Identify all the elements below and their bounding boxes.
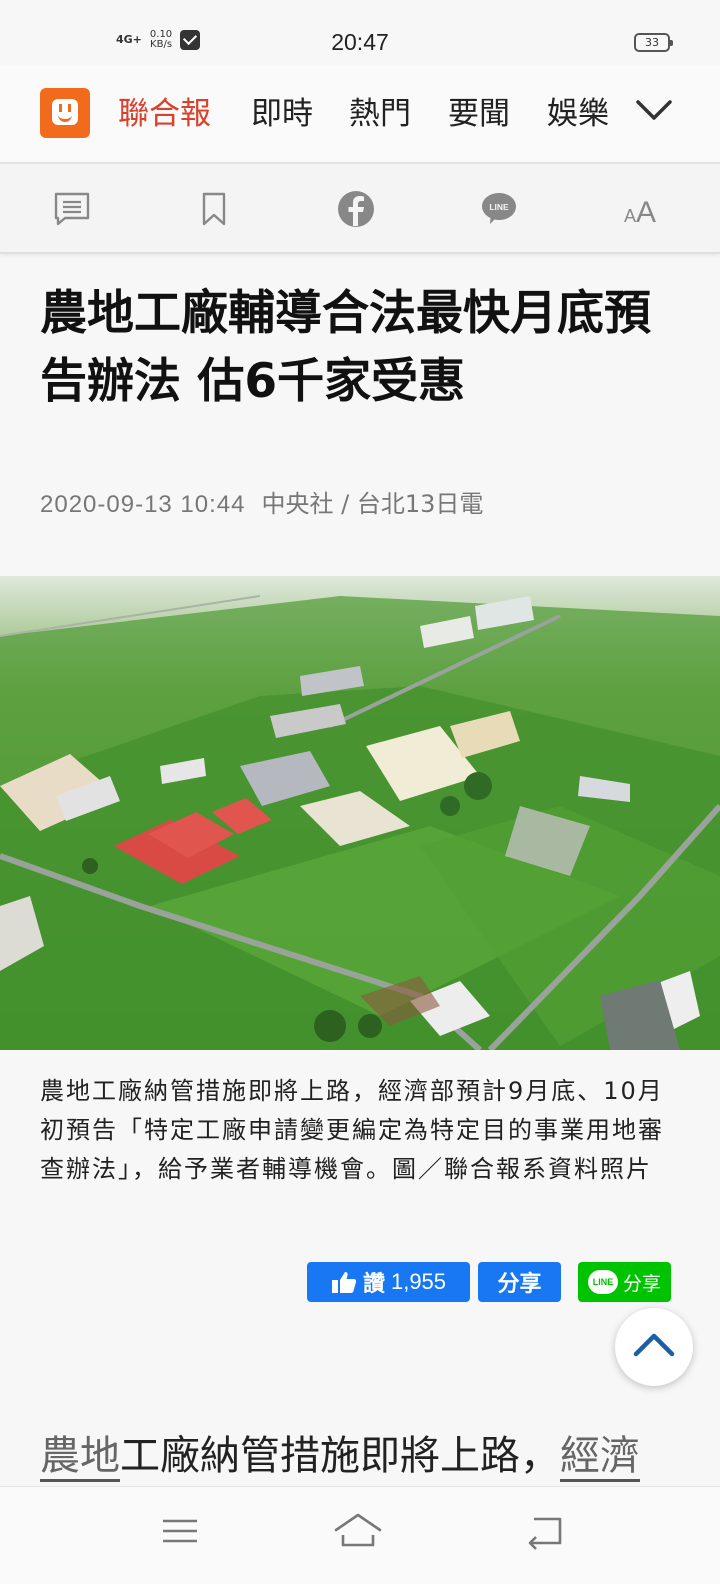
font-size-icon-small: A (624, 206, 636, 226)
font-size-icon-large: A (636, 196, 656, 228)
facebook-icon[interactable] (337, 190, 375, 228)
line-share-label: 分享 (622, 1272, 661, 1295)
line-icon-label: LINE (489, 202, 509, 212)
article-photo[interactable] (0, 576, 720, 1050)
line-share-button[interactable]: LINE 分享 (578, 1262, 671, 1302)
bookmark-icon[interactable] (195, 190, 233, 228)
body-text-line: 工廠納管措施即將上路， (120, 1433, 560, 1479)
menu-icon[interactable] (155, 1511, 205, 1551)
status-time: 20:47 (331, 29, 389, 55)
home-icon[interactable] (333, 1511, 383, 1551)
nav-item-brand[interactable]: 聯合報 (118, 96, 211, 132)
top-nav: 聯合報 即時 熱門 要聞 娛樂 (0, 66, 720, 164)
chevron-down-icon[interactable] (636, 96, 672, 126)
like-label: 讚 (362, 1272, 385, 1297)
photo-caption: 農地工廠納管措施即將上路，經濟部預計9月底、10月初預告「特定工廠申請變更編定為… (40, 1077, 664, 1183)
nav-item-headlines[interactable]: 要聞 (448, 96, 510, 132)
thumbs-up-icon (331, 1272, 357, 1293)
chevron-up-icon (633, 1333, 675, 1357)
article-date: 2020-09-13 10:44 (40, 491, 246, 518)
back-to-top-button[interactable] (615, 1308, 693, 1386)
comment-icon[interactable] (53, 190, 91, 228)
nav-item-entertainment[interactable]: 娛樂 (547, 96, 609, 132)
article-body: 農地工廠納管措施即將上路，經濟 (40, 1428, 700, 1484)
line-icon: LINE (587, 1270, 618, 1294)
body-link-economy[interactable]: 經濟 (560, 1433, 640, 1482)
article-meta: 2020-09-13 10:44 中央社 / 台北13日電 (40, 484, 483, 519)
nav-item-realtime[interactable]: 即時 (251, 96, 313, 132)
back-icon[interactable] (520, 1511, 570, 1551)
like-count: 1,955 (390, 1269, 447, 1294)
article-title: 農地工廠輔導合法最快月底預告辦法 估6千家受惠 (40, 286, 651, 409)
facebook-like-button[interactable]: 讚 1,955 (307, 1262, 470, 1302)
status-bar: 4G+ 0.10 KB/s 20:47 33 (0, 0, 720, 66)
aerial-farmland-image (0, 576, 720, 1050)
share-row: 讚 1,955 分享 LINE 分享 (0, 1262, 720, 1302)
nav-item-popular[interactable]: 熱門 (349, 96, 411, 132)
line-icon[interactable]: LINE (480, 190, 518, 228)
udn-logo-icon[interactable] (40, 88, 90, 138)
facebook-share-button[interactable]: 分享 (478, 1262, 561, 1302)
article-source: 中央社 / 台北13日電 (261, 490, 484, 518)
system-nav-bar (0, 1486, 720, 1584)
font-size-icon[interactable]: A A (622, 190, 662, 228)
article-toolbar: LINE A A (0, 164, 720, 254)
battery-icon: 33 (634, 33, 673, 52)
body-link-farmland[interactable]: 農地 (40, 1433, 120, 1482)
